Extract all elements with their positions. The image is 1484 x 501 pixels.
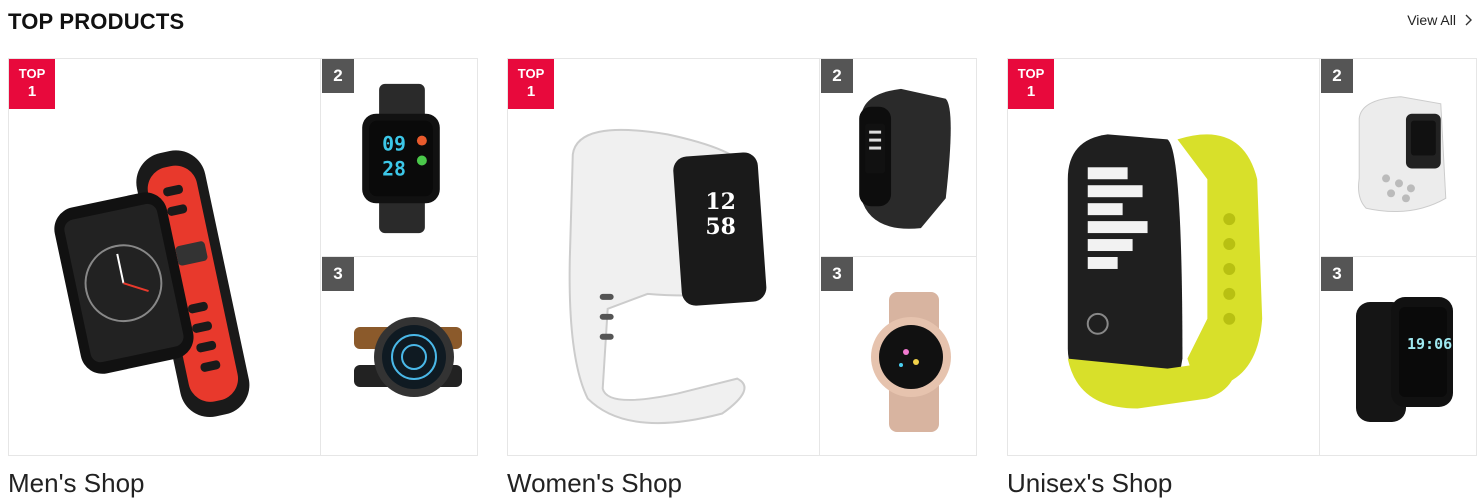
fitness-band-lime-icon: [1067, 134, 1263, 409]
shop-name[interactable]: Women's Shop: [507, 468, 682, 499]
svg-text:19:06: 19:06: [1407, 335, 1452, 353]
top-badge-rank: 1: [27, 83, 37, 100]
rank-3-product-card[interactable]: 3 19:06: [1321, 257, 1476, 455]
rank-2-product-card[interactable]: 2: [821, 59, 976, 257]
top-badge-rank: 1: [1026, 83, 1036, 100]
svg-text:12: 12: [705, 189, 736, 215]
rank-2-product-card[interactable]: 2: [1321, 59, 1476, 257]
shop-name[interactable]: Unisex's Shop: [1007, 468, 1172, 499]
smartwatch-red-black-icon: [54, 150, 250, 418]
svg-text:09: 09: [382, 133, 406, 156]
product-group-unisex: TOP 1 2 3 19:06 Unisex's Shop: [1007, 58, 1477, 501]
rank-badge: 2: [1321, 59, 1353, 93]
top-product-card[interactable]: TOP 1: [1008, 59, 1320, 455]
top-badge-label: TOP: [1017, 66, 1045, 81]
chevron-right-icon: [1465, 14, 1472, 26]
top-badge-label: TOP: [517, 66, 545, 81]
rank-badge: 3: [821, 257, 853, 291]
rank-2-product-card[interactable]: 2 09 28: [322, 59, 477, 257]
product-group-mens: TOP 1 2 09 28 3 Men's Shop: [8, 58, 478, 501]
top-badge: TOP 1: [9, 59, 55, 109]
product-grid: TOP 1 12 58 2 3: [507, 58, 977, 456]
top-badge-rank: 1: [526, 83, 536, 100]
product-grid: TOP 1 2 09 28 3: [8, 58, 478, 456]
rank-badge: 3: [322, 257, 354, 291]
shop-name[interactable]: Men's Shop: [8, 468, 145, 499]
rank-3-product-card[interactable]: 3: [821, 257, 976, 455]
top-badge-label: TOP: [18, 66, 46, 81]
rank-3-product-card[interactable]: 3: [322, 257, 477, 455]
product-grid: TOP 1 2 3 19:06: [1007, 58, 1477, 456]
view-all-label: View All: [1407, 12, 1456, 28]
view-all-link[interactable]: View All: [1407, 12, 1476, 28]
top-product-card[interactable]: TOP 1 12 58: [508, 59, 820, 455]
svg-text:58: 58: [705, 214, 736, 240]
top-product-card[interactable]: TOP 1: [9, 59, 321, 455]
svg-text:28: 28: [382, 157, 406, 180]
section-title: TOP PRODUCTS: [8, 9, 185, 34]
top-badge: TOP 1: [508, 59, 554, 109]
top-badge: TOP 1: [1008, 59, 1054, 109]
rank-badge: 3: [1321, 257, 1353, 291]
product-group-womens: TOP 1 12 58 2 3 Women's Shop: [507, 58, 977, 501]
section-header: TOP PRODUCTS View All: [8, 0, 1476, 44]
rank-badge: 2: [821, 59, 853, 93]
fitness-band-white-icon: 12 58: [568, 128, 767, 425]
rank-badge: 2: [322, 59, 354, 93]
